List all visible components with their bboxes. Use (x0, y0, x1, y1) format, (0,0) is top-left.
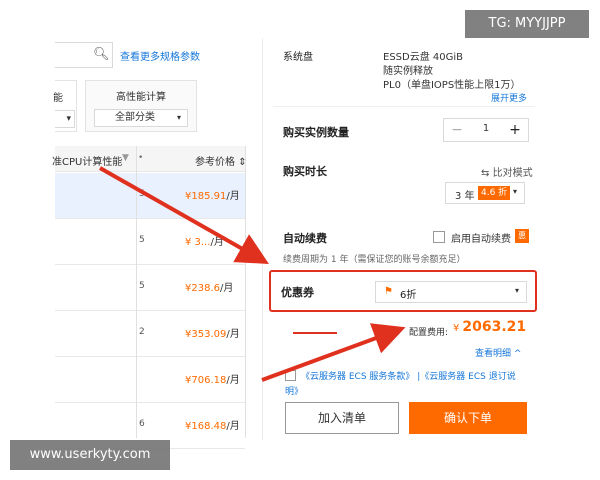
compare-mode-link[interactable]: ⇆ 比对模式 (481, 164, 533, 179)
quantity-label: 购买实例数量 (283, 126, 349, 139)
table-header: 准CPU计算性能 ▼ • 参考价格 ⇕ (52, 146, 247, 172)
row-mid-value: 5 (139, 281, 145, 291)
site-watermark-tag: www.userkyty.com (10, 440, 170, 470)
cost-value: ¥2063.21 (453, 319, 527, 335)
filter-a-label: 能 (53, 93, 63, 104)
row-price: ¥353.09/月 (185, 329, 240, 340)
chevron-down-icon: ▾ (512, 187, 517, 196)
coupon-label: 优惠券 (281, 286, 314, 299)
add-to-list-button[interactable]: 加入清单 (285, 402, 399, 434)
column-divider (136, 146, 137, 438)
filter-b-select[interactable]: 全部分类 ▾ (94, 109, 188, 127)
filter-column-hpc: 高性能计算 全部分类 ▾ (85, 80, 197, 132)
discount-badge: 4.6 折 (478, 186, 511, 200)
system-disk-line: ESSD云盘 40GiB (383, 52, 464, 63)
quantity-stepper: − 1 + (443, 118, 529, 142)
search-icon[interactable]: 🔍︎ (93, 47, 110, 62)
page: 🔍︎ 查看更多规格参数 能 ▾ 高性能计算 全部分类 ▾ 准CPU计算性能 ▼ … (0, 0, 600, 480)
duration-label: 购买时长 (283, 165, 327, 178)
agreement-links[interactable]: 《云服务器 ECS 服务条款》 |《云服务器 ECS 退订说 (301, 369, 516, 382)
row-price: ¥238.6/月 (185, 283, 234, 294)
tag-icon: ⚑ (384, 286, 393, 297)
filter-column-a: 能 ▾ (53, 80, 77, 132)
row-price: ¥706.18/月 (185, 375, 240, 386)
filter-icon[interactable]: ▼ (122, 153, 129, 163)
row-mid-value: 6 (139, 419, 145, 429)
annotation-underline (293, 332, 337, 334)
row-mid-value: 2 (139, 327, 145, 337)
row-price: ¥ 3.../月 (185, 237, 224, 248)
tg-watermark-tag: TG: MYYJJPP (465, 10, 589, 38)
coupon-value: 6折 (400, 290, 417, 301)
table-row[interactable]: 5 ¥238.6/月 (55, 265, 245, 311)
row-mid-value: 5 (139, 189, 145, 199)
order-config-panel: 系统盘 ESSD云盘 40GiB 随实例释放 PL0（单盘IOPS性能上限1万）… (262, 38, 544, 440)
table-row[interactable]: ¥706.18/月 (55, 357, 245, 403)
system-disk-line: PL0（单盘IOPS性能上限1万） (383, 80, 521, 91)
chevron-down-icon: ▾ (66, 114, 71, 124)
filter-b-value: 全部分类 (115, 112, 155, 123)
system-disk-label: 系统盘 (283, 52, 313, 63)
duration-value: 3 年 (455, 191, 475, 202)
agreement-checkbox[interactable] (285, 370, 296, 381)
chevron-down-icon: ▾ (514, 286, 519, 295)
cost-label: 配置费用: (409, 328, 449, 338)
table-row[interactable]: 2 ¥353.09/月 (55, 311, 245, 357)
filter-a-select[interactable]: ▾ (55, 110, 75, 128)
view-detail-link[interactable]: 查看明细 ^ (475, 346, 521, 359)
duration-select[interactable]: 3 年 4.6 折 ▾ (445, 182, 525, 204)
column-header-mid: • (138, 153, 144, 163)
compare-icon: ⇆ (481, 168, 490, 179)
row-price: ¥185.91/月 (185, 191, 240, 202)
increment-button[interactable]: + (504, 120, 526, 140)
row-price: ¥168.48/月 (185, 421, 240, 432)
coupon-row-highlight: 优惠券 ⚑ 6折 ▾ (269, 270, 537, 312)
instance-spec-panel: 🔍︎ 查看更多规格参数 能 ▾ 高性能计算 全部分类 ▾ 准CPU计算性能 ▼ … (52, 38, 260, 449)
column-header-price[interactable]: 参考价格 ⇕ (195, 153, 247, 168)
table-row[interactable]: 5 ¥185.91/月 (55, 173, 245, 219)
auto-renew-label: 自动续费 (283, 232, 327, 245)
auto-renew-checkbox[interactable] (433, 231, 445, 243)
column-divider (245, 146, 246, 438)
decrement-button[interactable]: − (446, 120, 468, 140)
system-disk-line: 随实例释放 (383, 66, 433, 77)
coupon-select[interactable]: ⚑ 6折 ▾ (375, 281, 527, 303)
chevron-down-icon: ▾ (176, 113, 181, 122)
expand-more-link[interactable]: 展开更多 (491, 91, 527, 104)
filter-b-label: 高性能计算 (116, 92, 166, 103)
spec-search-input[interactable]: 🔍︎ (55, 42, 113, 68)
confirm-order-button[interactable]: 确认下单 (409, 402, 527, 434)
promo-badge: 惠 (515, 229, 529, 243)
more-specs-link[interactable]: 查看更多规格参数 (120, 48, 200, 63)
row-mid-value: 5 (139, 235, 145, 245)
renew-note: 续费周期为 1 年（需保证您的账号余额充足） (283, 255, 466, 265)
quantity-value[interactable]: 1 (466, 123, 506, 134)
divider (273, 106, 535, 107)
table-row[interactable]: 5 ¥ 3.../月 (55, 219, 245, 265)
column-header-cpu: 准CPU计算性能 (52, 157, 123, 168)
agreement-links-cont[interactable]: 明》 (285, 384, 303, 397)
auto-renew-checkbox-label[interactable]: 启用自动续费 (451, 230, 511, 245)
